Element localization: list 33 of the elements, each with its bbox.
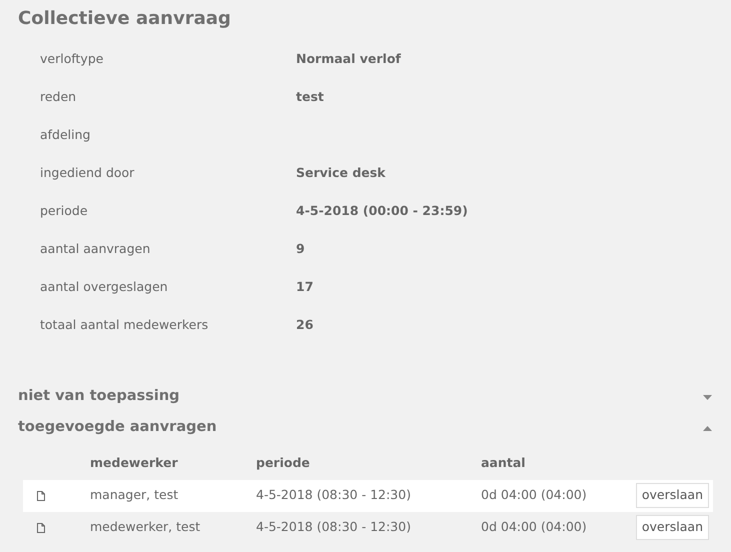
expand-caret-icon[interactable] bbox=[703, 394, 712, 400]
table-cell-text: manager, test bbox=[90, 486, 180, 504]
field-label: verloftype bbox=[40, 50, 104, 68]
section-title: toegevoegde aanvragen bbox=[18, 418, 217, 438]
table-cell-text: 4-5-2018 (08:30 - 12:30) bbox=[256, 518, 412, 536]
table-cell-text: 0d 04:00 (04:00) bbox=[481, 518, 588, 536]
field-value: 17 bbox=[296, 278, 314, 296]
field-label: aantal overgeslagen bbox=[40, 278, 169, 296]
collapse-caret-icon[interactable] bbox=[703, 426, 712, 431]
field-value: 26 bbox=[296, 316, 314, 334]
field-value: 4-5-2018 (00:00 - 23:59) bbox=[296, 202, 468, 220]
skip-button[interactable]: overslaan bbox=[636, 483, 709, 508]
field-label: reden bbox=[40, 88, 78, 106]
field-label: ingediend door bbox=[40, 164, 136, 182]
field-label: periode bbox=[40, 202, 89, 220]
page-title: Collectieve aanvraag bbox=[18, 8, 232, 30]
column-header: medewerker bbox=[90, 454, 179, 472]
section-title: niet van toepassing bbox=[18, 387, 180, 406]
table-cell-text: 4-5-2018 (08:30 - 12:30) bbox=[256, 486, 412, 504]
field-label: aantal aanvragen bbox=[40, 240, 152, 258]
table-cell-text: 0d 04:00 (04:00) bbox=[481, 486, 588, 504]
field-label: totaal aantal medewerkers bbox=[40, 316, 210, 334]
field-value: 9 bbox=[296, 240, 305, 258]
document-icon bbox=[37, 522, 45, 533]
field-value: test bbox=[296, 88, 324, 106]
skip-button[interactable]: overslaan bbox=[636, 515, 709, 540]
column-header: aantal bbox=[481, 454, 526, 472]
field-value: Normaal verlof bbox=[296, 50, 401, 68]
field-value: Service desk bbox=[296, 164, 386, 182]
document-icon bbox=[37, 490, 45, 501]
field-label: afdeling bbox=[40, 126, 92, 144]
table-cell-text: medewerker, test bbox=[90, 518, 202, 536]
column-header: periode bbox=[256, 454, 311, 472]
